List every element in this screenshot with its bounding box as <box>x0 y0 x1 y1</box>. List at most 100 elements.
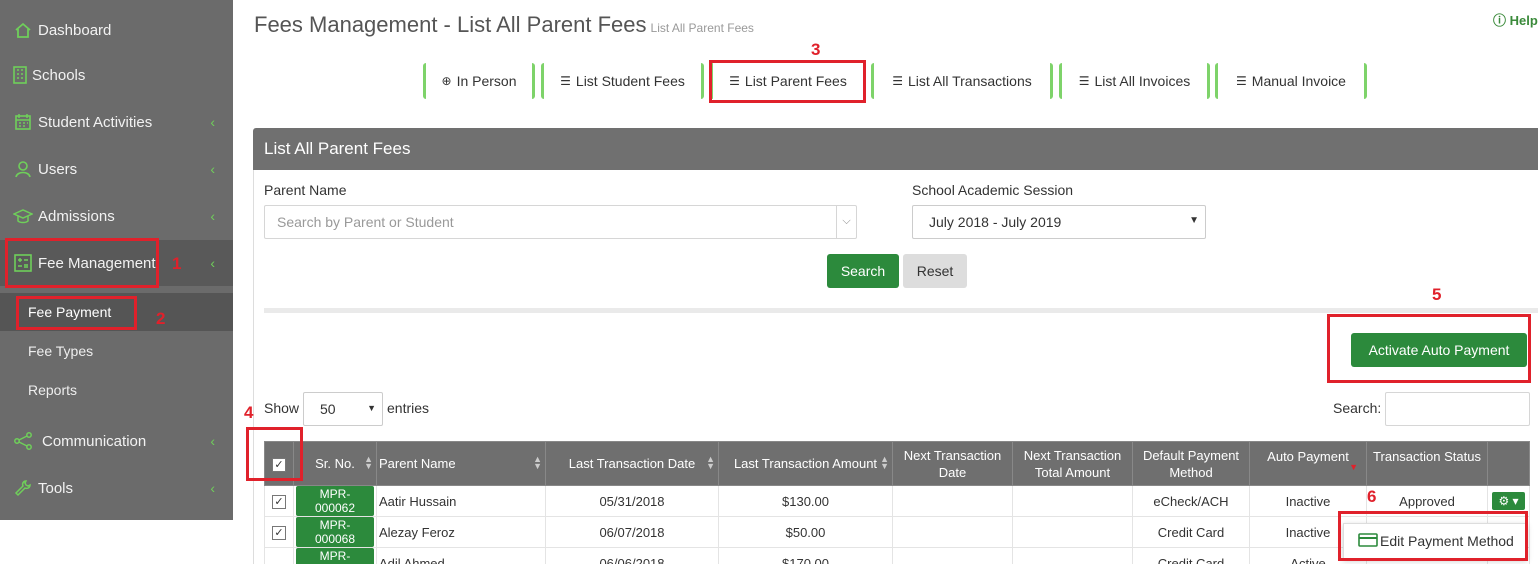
entries-select[interactable]: 50 ▼ <box>303 392 383 426</box>
sidebar-item-communication[interactable]: Communication ‹ <box>0 418 233 464</box>
sidebar-item-student-activities[interactable]: Student Activities ‹ <box>0 99 233 145</box>
row-checkbox-cell[interactable]: ✓ <box>264 485 294 517</box>
parent-name-cell: Alezay Feroz <box>376 516 546 548</box>
search-button[interactable]: Search <box>827 254 899 288</box>
method-cell: eCheck/ACH <box>1132 485 1250 517</box>
col-next-transaction-date[interactable]: Next Transaction Date <box>892 441 1013 486</box>
session-select[interactable]: July 2018 - July 2019 ▼ <box>912 205 1206 239</box>
submenu-fee-types[interactable]: Fee Types <box>28 343 93 359</box>
annotation-box-4 <box>246 427 303 481</box>
next-date-cell <box>892 485 1013 517</box>
share-icon <box>12 430 34 452</box>
annotation-number-3: 3 <box>811 40 821 59</box>
method-cell: Credit Card <box>1132 516 1250 548</box>
chevron-left-icon: ‹ <box>210 433 215 449</box>
col-next-transaction-total[interactable]: Next Transaction Total Amount <box>1012 441 1133 486</box>
sr-cell: MPR-000068 <box>293 516 377 548</box>
tab-in-person[interactable]: ⊕ In Person <box>423 63 535 99</box>
sidebar-item-label: Schools <box>32 66 86 84</box>
help-link[interactable]: ⓘ Help <box>1493 10 1538 29</box>
chevron-left-icon: ‹ <box>210 255 215 271</box>
col-default-payment-method[interactable]: Default Payment Method <box>1132 441 1250 486</box>
list-icon: ☰ <box>892 74 904 88</box>
last-amount-cell: $50.00 <box>718 516 893 548</box>
tab-list-all-transactions[interactable]: ☰ List All Transactions <box>871 63 1053 99</box>
annotation-box-5 <box>1327 314 1531 383</box>
tab-manual-invoice[interactable]: ☰ Manual Invoice <box>1215 63 1367 99</box>
sidebar-item-label: Communication <box>42 432 147 450</box>
annotation-box-2 <box>16 296 137 330</box>
entries-label: entries <box>387 400 430 416</box>
page-title-text: Fees Management - List All Parent Fees <box>254 12 647 37</box>
sidebar-item-dashboard[interactable]: Dashboard <box>0 7 233 53</box>
parent-name-label: Parent Name <box>264 182 347 198</box>
reset-button[interactable]: Reset <box>903 254 967 288</box>
col-actions <box>1487 441 1530 486</box>
divider <box>264 308 1538 313</box>
parent-name-cell: Adil Ahmed <box>376 547 546 564</box>
graduation-cap-icon <box>12 205 34 227</box>
col-last-transaction-date[interactable]: Last Transaction Date ▲ ▼ <box>545 441 719 486</box>
building-icon <box>12 64 28 86</box>
sort-icon: ▲ ▼ <box>706 454 715 471</box>
sidebar-item-admissions[interactable]: Admissions ‹ <box>0 193 233 239</box>
session-value: July 2018 - July 2019 <box>929 214 1062 230</box>
annotation-box-6 <box>1338 511 1528 561</box>
last-amount-cell: $130.00 <box>718 485 893 517</box>
col-last-transaction-amount[interactable]: Last Transaction Amount ▲ ▼ <box>718 441 893 486</box>
table-search-label: Search: <box>1333 400 1382 416</box>
sr-cell: MPR-000064 <box>293 547 377 564</box>
parent-search-placeholder: Search by Parent or Student <box>277 214 454 230</box>
sr-badge[interactable]: MPR-000062 <box>296 486 374 516</box>
row-checkbox-cell[interactable]: ✓ <box>264 516 294 548</box>
annotation-number-5: 5 <box>1432 285 1442 304</box>
sidebar-item-schools[interactable]: Schools <box>0 52 233 98</box>
chevron-left-icon: ‹ <box>210 114 215 130</box>
tab-label: Manual Invoice <box>1251 73 1346 89</box>
submenu-reports[interactable]: Reports <box>28 382 77 398</box>
col-label: Next Transaction Date <box>903 447 1002 480</box>
wrench-icon <box>12 477 34 499</box>
col-parent-name[interactable]: Parent Name ▲ ▼ <box>376 441 546 486</box>
col-label: Last Transaction Date <box>568 456 696 471</box>
tab-list-student-fees[interactable]: ☰ List Student Fees <box>541 63 704 99</box>
annotation-number-6: 6 <box>1367 487 1377 506</box>
row-checkbox[interactable]: ✓ <box>272 526 286 540</box>
col-transaction-status[interactable]: Transaction Status <box>1366 441 1488 486</box>
sort-icon: ▲ ▼ <box>364 454 373 471</box>
next-date-cell <box>892 516 1013 548</box>
page-subtitle: List All Parent Fees <box>650 21 754 35</box>
next-total-cell <box>1012 485 1133 517</box>
sidebar-item-label: Dashboard <box>38 21 112 39</box>
tab-list-all-invoices[interactable]: ☰ List All Invoices <box>1059 63 1210 99</box>
annotation-number-4: 4 <box>244 403 254 422</box>
last-date-cell: 06/06/2018 <box>545 547 719 564</box>
panel-header: List All Parent Fees <box>253 128 1538 170</box>
tab-label: List All Transactions <box>908 73 1032 89</box>
row-checkbox-cell[interactable] <box>264 547 294 564</box>
sidebar-item-tools[interactable]: Tools ‹ <box>0 465 233 511</box>
sidebar-item-users[interactable]: Users ‹ <box>0 146 233 192</box>
col-auto-payment[interactable]: Auto Payment ▼ <box>1249 441 1367 486</box>
annotation-number-2: 2 <box>156 309 166 328</box>
col-label: Auto Payment <box>1267 449 1349 464</box>
next-total-cell <box>1012 547 1133 564</box>
row-checkbox[interactable]: ✓ <box>272 495 286 509</box>
sidebar-item-label: Admissions <box>38 207 115 225</box>
table-header-row: ✓ Sr. No. ▲ ▼ Parent Name ▲ ▼ Last Transacti… <box>264 441 1530 486</box>
sort-icon: ▲ ▼ <box>533 454 542 471</box>
sidebar-item-label: Tools <box>38 479 74 497</box>
sr-badge[interactable]: MPR-000068 <box>296 517 374 547</box>
table-search-input[interactable] <box>1385 392 1530 426</box>
chevron-down-icon[interactable]: ⌵ <box>836 206 856 238</box>
gear-icon: ⚙ <box>1498 494 1510 508</box>
col-sr-no[interactable]: Sr. No. ▲ ▼ <box>293 441 377 486</box>
parent-search-input[interactable]: Search by Parent or Student ⌵ <box>264 205 857 239</box>
gear-dropdown-button[interactable]: ⚙ ▾ <box>1492 492 1525 510</box>
sr-badge[interactable]: MPR-000064 <box>296 548 374 564</box>
parent-name-cell: Aatir Hussain <box>376 485 546 517</box>
col-label: Default Payment Method <box>1142 447 1240 480</box>
question-circle-icon: ⓘ <box>1493 13 1507 28</box>
sr-cell: MPR-000062 <box>293 485 377 517</box>
list-icon: ☰ <box>560 74 571 88</box>
